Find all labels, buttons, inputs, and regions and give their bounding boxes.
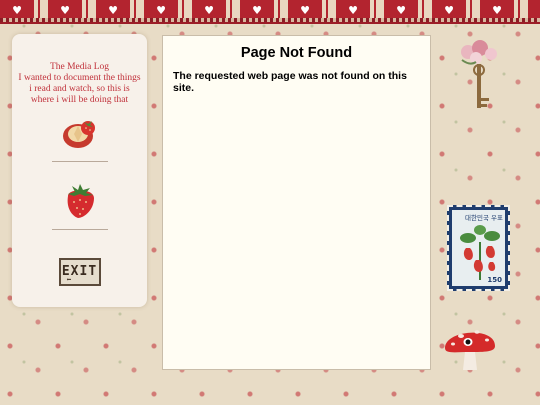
heart-icon: ♥ (204, 4, 214, 17)
postage-stamp: 대한민국 우표 150 (447, 205, 510, 291)
site-title: The Media Log (49, 62, 110, 72)
heart-icon: ♥ (252, 4, 262, 17)
stamp-country-text: 대한민국 우표 (465, 214, 503, 222)
strawberry-cake-link[interactable] (60, 114, 100, 155)
sidebar: The Media Log I wanted to document the t… (12, 34, 147, 307)
error-message: The requested web page was not found on … (173, 70, 407, 94)
mushroom-icon (445, 330, 495, 370)
heart-icon: ♥ (60, 4, 70, 17)
heart-icon: ♥ (396, 4, 406, 17)
heart-icon: ♥ (348, 4, 358, 17)
heart-icon: ♥ (300, 4, 310, 17)
top-border-band: ♥ ♥ ♥ ♥ ♥ ♥ ♥ ♥ ♥ ♥ ♥ (0, 0, 540, 24)
site-description: I wanted to document the things i read a… (18, 73, 141, 105)
divider (51, 161, 108, 162)
strawberry-plant-icon (460, 225, 500, 280)
main-content: Page Not Found The requested web page wa… (162, 35, 431, 370)
exit-button[interactable]: EXIT ⬅ (58, 258, 101, 286)
divider (51, 229, 108, 230)
floral-key-icon (461, 40, 497, 108)
page-title: Page Not Found (240, 45, 353, 61)
strawberry-icon (67, 184, 94, 218)
heart-icon: ♥ (444, 4, 454, 17)
heart-icon: ♥ (12, 4, 22, 17)
strawberry-cake-icon (62, 121, 95, 148)
heart-icon: ♥ (156, 4, 166, 17)
strawberry-link[interactable] (60, 180, 100, 225)
stamp-value: 150 (487, 276, 502, 284)
heart-icon: ♥ (492, 4, 502, 17)
heart-icon: ♥ (108, 4, 118, 17)
arrow-left-icon: ⬅ (66, 275, 73, 284)
